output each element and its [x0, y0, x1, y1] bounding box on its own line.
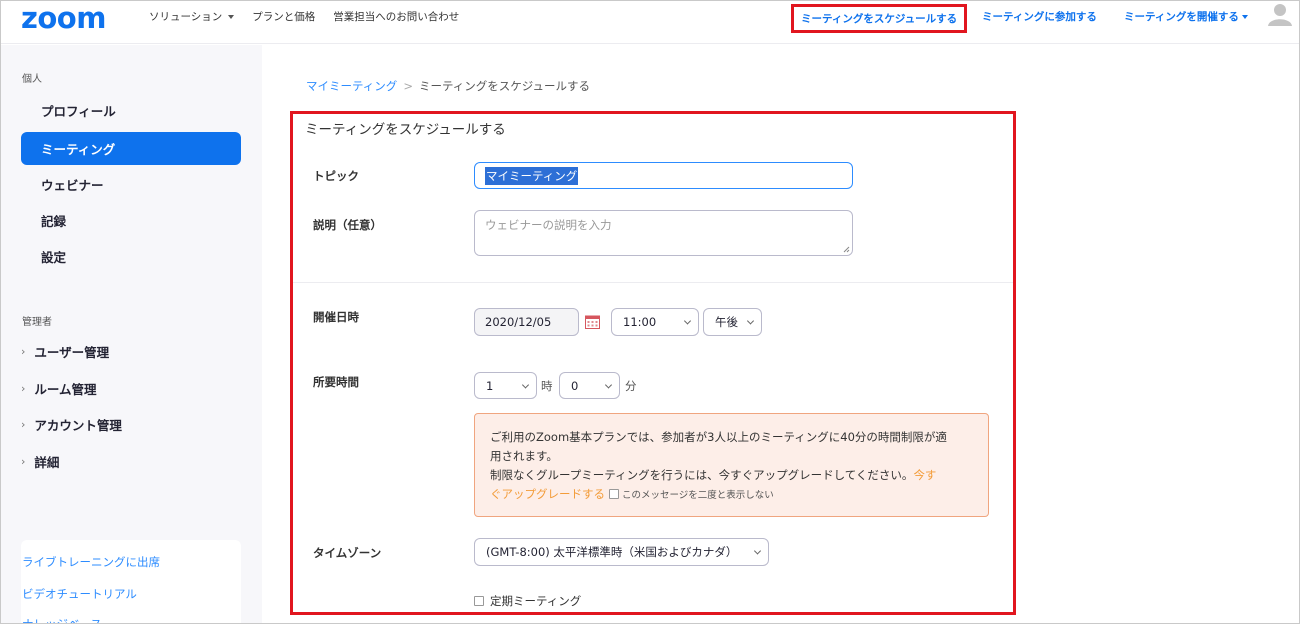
nav-host-meeting[interactable]: ミーティングを開催する — [1124, 9, 1248, 24]
sidebar-heading-admin: 管理者 — [22, 317, 52, 328]
notice-line-3-text: 制限なくグループミーティングを行うには、今すぐアップグレードしてください。 — [490, 468, 914, 482]
description-placeholder: ウェビナーの説明を入力 — [485, 218, 612, 232]
sidebar-heading-personal: 個人 — [22, 74, 42, 85]
sidebar-item-meetings[interactable]: ミーティング — [21, 132, 241, 165]
upgrade-link[interactable]: 今す — [913, 468, 936, 482]
topic-input[interactable]: マイミーティング — [474, 162, 853, 189]
sidebar-item-advanced[interactable]: › 詳細 — [21, 445, 241, 478]
time-select[interactable]: 11:00 — [611, 308, 699, 336]
notice-line-3: 制限なくグループミーティングを行うには、今すぐアップグレードしてください。今す — [490, 466, 974, 485]
recurring-meeting-option[interactable]: 定期ミーティング — [474, 593, 581, 609]
duration-label: 所要時間 — [313, 375, 359, 389]
chevron-down-icon — [683, 317, 692, 325]
chevron-down-icon — [604, 380, 613, 389]
description-label: 説明（任意） — [313, 218, 382, 232]
topic-label: トピック — [313, 169, 359, 183]
timezone-label: タイムゾーン — [313, 546, 382, 560]
chevron-right-icon: › — [21, 345, 26, 358]
notice-line-2: 用されます。 — [490, 449, 558, 463]
link-knowledge-base[interactable]: ナレッジベース — [22, 616, 102, 623]
zoom-logo[interactable]: zoom — [21, 1, 106, 35]
chevron-down-icon — [228, 14, 235, 19]
plan-limit-notice: ご利用のZoom基本プランでは、参加者が3人以上のミーティングに40分の時間制限… — [474, 413, 989, 517]
dont-show-again-checkbox[interactable] — [609, 489, 619, 499]
user-avatar-icon[interactable] — [1267, 2, 1293, 27]
nav-join-meeting[interactable]: ミーティングに参加する — [982, 9, 1097, 24]
ampm-value: 午後 — [715, 315, 738, 329]
sidebar-item-user-management[interactable]: › ユーザー管理 — [21, 335, 241, 368]
chevron-down-icon — [1241, 14, 1248, 19]
chevron-right-icon: › — [21, 382, 26, 395]
chevron-right-icon: › — [21, 455, 26, 468]
nav-plans[interactable]: プランと価格 — [252, 9, 315, 24]
notice-line-1: ご利用のZoom基本プランでは、参加者が3人以上のミーティングに40分の時間制限… — [490, 430, 947, 444]
dont-show-again-label: このメッセージを二度と表示しない — [622, 490, 774, 501]
chevron-down-icon — [753, 547, 762, 555]
breadcrumb-separator: > — [403, 79, 413, 93]
sidebar-item-label: 詳細 — [34, 455, 60, 470]
calendar-icon[interactable] — [585, 315, 600, 329]
resize-handle-icon[interactable] — [843, 246, 850, 253]
nav-solutions[interactable]: ソリューション — [149, 9, 235, 24]
notice-line-4: ぐアップグレードする このメッセージを二度と表示しない — [490, 485, 974, 505]
duration-minutes-select[interactable]: 0 — [559, 372, 620, 399]
timezone-select[interactable]: (GMT-8:00) 太平洋標準時（米国およびカナダ） — [474, 538, 769, 566]
description-textarea[interactable]: ウェビナーの説明を入力 — [474, 210, 853, 256]
sidebar-item-settings[interactable]: 設定 — [21, 240, 241, 273]
topic-value: マイミーティング — [485, 166, 579, 185]
ampm-select[interactable]: 午後 — [703, 308, 762, 336]
nav-contact-sales[interactable]: 営業担当へのお問い合わせ — [333, 9, 459, 24]
link-video-tutorials[interactable]: ビデオチュートリアル — [22, 586, 137, 602]
browser-frame: zoom ソリューション プランと価格 営業担当へのお問い合わせ ミーティングを… — [0, 0, 1300, 624]
nav-left: ソリューション プランと価格 営業担当へのお問い合わせ — [149, 9, 459, 24]
minutes-value: 0 — [571, 378, 579, 393]
sidebar-item-room-management[interactable]: › ルーム管理 — [21, 372, 241, 405]
section-divider — [293, 282, 1013, 283]
minutes-unit: 分 — [625, 379, 637, 393]
date-input[interactable]: 2020/12/05 — [474, 308, 579, 336]
sidebar-item-webinars[interactable]: ウェビナー — [21, 168, 241, 201]
recurring-meeting-label: 定期ミーティング — [490, 594, 582, 608]
timezone-value: (GMT-8:00) 太平洋標準時（米国およびカナダ） — [486, 545, 738, 559]
link-live-training[interactable]: ライブトレーニングに出席 — [22, 554, 160, 570]
sidebar-help-card — [21, 540, 241, 623]
breadcrumb-current: ミーティングをスケジュールする — [418, 79, 590, 93]
page-title: ミーティングをスケジュールする — [305, 122, 506, 138]
hours-unit: 時 — [541, 379, 553, 393]
sidebar-item-account-management[interactable]: › アカウント管理 — [21, 408, 241, 441]
nav-schedule-meeting[interactable]: ミーティングをスケジュールする — [791, 4, 968, 33]
recurring-meeting-checkbox[interactable] — [474, 596, 484, 606]
sidebar-item-recordings[interactable]: 記録 — [21, 204, 241, 237]
breadcrumb: マイミーティング > ミーティングをスケジュールする — [306, 78, 590, 94]
chevron-down-icon — [521, 380, 530, 389]
time-value: 11:00 — [623, 315, 657, 329]
sidebar-item-label: ルーム管理 — [34, 382, 97, 397]
sidebar-item-profile[interactable]: プロフィール — [21, 94, 241, 127]
top-nav: zoom ソリューション プランと価格 営業担当へのお問い合わせ ミーティングを… — [1, 1, 1299, 44]
hours-value: 1 — [486, 378, 494, 393]
upgrade-link-continued[interactable]: ぐアップグレードする — [490, 487, 605, 501]
sidebar-item-label: ユーザー管理 — [34, 345, 110, 360]
when-label: 開催日時 — [313, 310, 359, 324]
nav-host-label: ミーティングを開催する — [1124, 11, 1239, 23]
breadcrumb-my-meetings[interactable]: マイミーティング — [306, 79, 397, 93]
duration-hours-select[interactable]: 1 — [474, 372, 537, 399]
chevron-right-icon: › — [21, 418, 26, 431]
nav-solutions-label: ソリューション — [149, 11, 223, 23]
chevron-down-icon — [746, 317, 755, 325]
sidebar-item-label: アカウント管理 — [34, 418, 122, 433]
